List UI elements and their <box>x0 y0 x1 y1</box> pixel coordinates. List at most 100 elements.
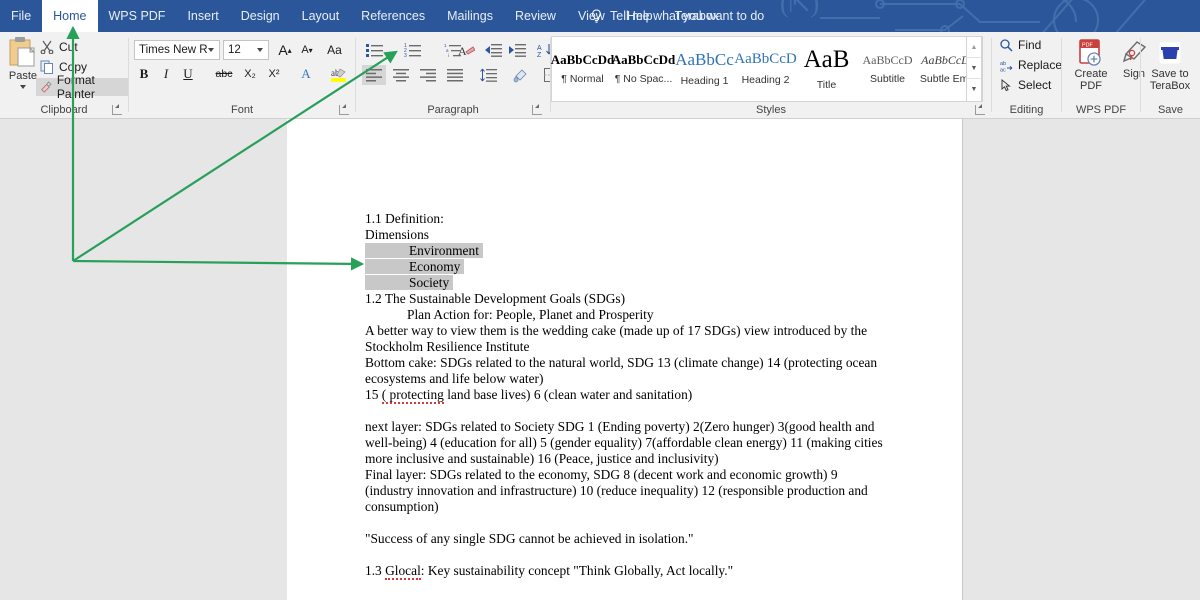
strikethrough-button[interactable]: abc <box>212 64 236 84</box>
document-page[interactable]: 1.1 Definition: Dimensions Environment E… <box>287 119 963 600</box>
align-center-button[interactable] <box>389 65 413 85</box>
increase-indent-button[interactable] <box>506 40 528 60</box>
document-body[interactable]: 1.1 Definition: Dimensions Environment E… <box>365 211 885 580</box>
style-no-spacing[interactable]: AaBbCcDd ¶ No Spac... <box>611 37 676 101</box>
chevron-down-icon[interactable] <box>257 48 263 52</box>
create-pdf-button[interactable]: PDF Create PDF <box>1067 38 1115 92</box>
tab-home[interactable]: Home <box>42 0 98 32</box>
style-label: Subtitle <box>869 72 906 85</box>
paragraph-economy: Economy <box>365 259 885 275</box>
cut-label: Cut <box>59 40 78 54</box>
styles-gallery[interactable]: AaBbCcDd ¶ Normal AaBbCcDd ¶ No Spac... … <box>551 36 983 102</box>
line-15-suffix: land base lives) 6 (clean water and sani… <box>443 387 693 402</box>
tab-file[interactable]: File <box>0 0 42 32</box>
cut-button[interactable]: Cut <box>36 38 82 56</box>
underline-dropdown-caret[interactable] <box>197 64 209 84</box>
justify-icon <box>447 68 463 81</box>
style-heading-2[interactable]: AaBbCcD Heading 2 <box>734 37 797 101</box>
tab-mailings[interactable]: Mailings <box>436 0 504 32</box>
styles-more-button[interactable]: ▼ <box>967 79 981 100</box>
multilevel-list-icon: 1ai <box>444 43 461 57</box>
underline-button[interactable]: U <box>178 64 198 84</box>
tab-references[interactable]: References <box>350 0 436 32</box>
paste-dropdown-caret[interactable] <box>20 85 26 89</box>
bold-button[interactable]: B <box>134 64 154 84</box>
multilevel-list-button[interactable]: 1ai <box>440 40 464 60</box>
style-title[interactable]: AaB Title <box>796 37 857 101</box>
align-left-button[interactable] <box>362 65 386 85</box>
tab-design[interactable]: Design <box>230 0 291 32</box>
align-right-button[interactable] <box>416 65 440 85</box>
style-preview: AaB <box>803 46 850 73</box>
styles-scroll-up-button[interactable]: ▲ <box>967 37 981 58</box>
replace-label: Replace <box>1018 58 1063 72</box>
selected-text-environment: Environment <box>365 243 483 258</box>
tab-wps-pdf[interactable]: WPS PDF <box>98 0 177 32</box>
underline-label: U <box>183 66 193 81</box>
shrink-font-button[interactable]: A ▾ <box>297 40 317 60</box>
line-spacing-icon <box>479 68 497 82</box>
styles-scroll-down-button[interactable]: ▼ <box>967 58 981 79</box>
italic-label: I <box>163 66 169 81</box>
format-painter-button[interactable]: Format Painter <box>36 73 128 101</box>
line-15-prefix: 15 <box>365 387 382 402</box>
style-normal[interactable]: AaBbCcDd ¶ Normal <box>551 37 615 101</box>
italic-button[interactable]: I <box>156 64 176 84</box>
numbering-icon: 123 <box>404 43 421 57</box>
paragraph-dialog-launcher[interactable] <box>532 104 542 115</box>
tab-review[interactable]: Review <box>504 0 567 32</box>
tab-layout[interactable]: Layout <box>291 0 351 32</box>
text-effects-button[interactable]: A <box>294 64 322 84</box>
font-size-combobox[interactable]: 12 <box>223 40 269 60</box>
multilevel-dropdown-caret[interactable] <box>464 40 475 60</box>
numbering-button[interactable]: 123 <box>400 40 424 60</box>
bullets-dropdown-caret[interactable] <box>386 40 397 60</box>
numbering-dropdown-caret[interactable] <box>424 40 435 60</box>
font-name-combobox[interactable]: Times New Roman <box>134 40 220 60</box>
justify-button[interactable] <box>443 65 467 85</box>
change-case-button[interactable]: Aa <box>322 40 350 60</box>
styles-dialog-launcher[interactable] <box>975 104 985 115</box>
bullets-button[interactable] <box>362 40 386 60</box>
chevron-down-icon[interactable] <box>208 48 214 52</box>
tab-insert[interactable]: Insert <box>176 0 229 32</box>
style-label: ¶ Normal <box>561 73 604 85</box>
paste-label: Paste <box>8 70 38 82</box>
wps-pdf-group-label: WPS PDF <box>1075 104 1127 116</box>
paragraph-final-layer: Final layer: SDGs related to the economy… <box>365 467 868 514</box>
align-left-icon <box>366 68 382 81</box>
styles-gallery-scrollbar[interactable]: ▲ ▼ ▼ <box>966 36 982 102</box>
style-subtitle[interactable]: AaBbCcD Subtitle <box>857 37 918 101</box>
select-button[interactable]: Select <box>1000 78 1058 92</box>
find-button[interactable]: Find <box>1000 38 1048 52</box>
line-spacing-button[interactable] <box>474 65 504 85</box>
decrease-indent-button[interactable] <box>482 40 504 60</box>
format-painter-label: Format Painter <box>56 73 95 101</box>
superscript-button[interactable]: X² <box>263 64 285 84</box>
editing-group-label: Editing <box>1009 104 1044 116</box>
save-to-terabox-label-line1: Save to <box>1151 68 1189 80</box>
ribbon-group-save: Save to TeraBox Save <box>1141 32 1200 118</box>
paragraph-heading-1-1: 1.1 Definition: <box>365 211 444 226</box>
svg-text:3: 3 <box>404 53 407 57</box>
paragraph-better-way: A better way to view them is the wedding… <box>365 323 868 354</box>
style-preview: AaBbCcDd <box>611 52 676 67</box>
style-preview: AaBbCcD <box>862 52 913 67</box>
style-label: Title <box>816 79 837 91</box>
font-dialog-launcher[interactable] <box>339 104 349 115</box>
text-highlight-button[interactable]: ab <box>325 64 355 84</box>
save-to-terabox-button[interactable]: Save to TeraBox <box>1146 38 1194 92</box>
shading-button[interactable] <box>506 65 536 85</box>
subscript-button[interactable]: X₂ <box>239 64 261 84</box>
clipboard-dialog-launcher[interactable] <box>112 104 122 115</box>
replace-button[interactable]: ab ac Replace <box>1000 58 1062 72</box>
tell-me-label: Tell me what you want to do <box>610 9 765 23</box>
svg-text:Z: Z <box>537 52 542 57</box>
tell-me-search[interactable]: Tell me what you want to do <box>590 0 764 32</box>
style-heading-1[interactable]: AaBbCc Heading 1 <box>674 37 735 101</box>
document-canvas: 1.1 Definition: Dimensions Environment E… <box>0 119 1200 600</box>
grow-font-button[interactable]: A ▴ <box>275 40 295 60</box>
shrink-font-label: A <box>301 44 309 56</box>
